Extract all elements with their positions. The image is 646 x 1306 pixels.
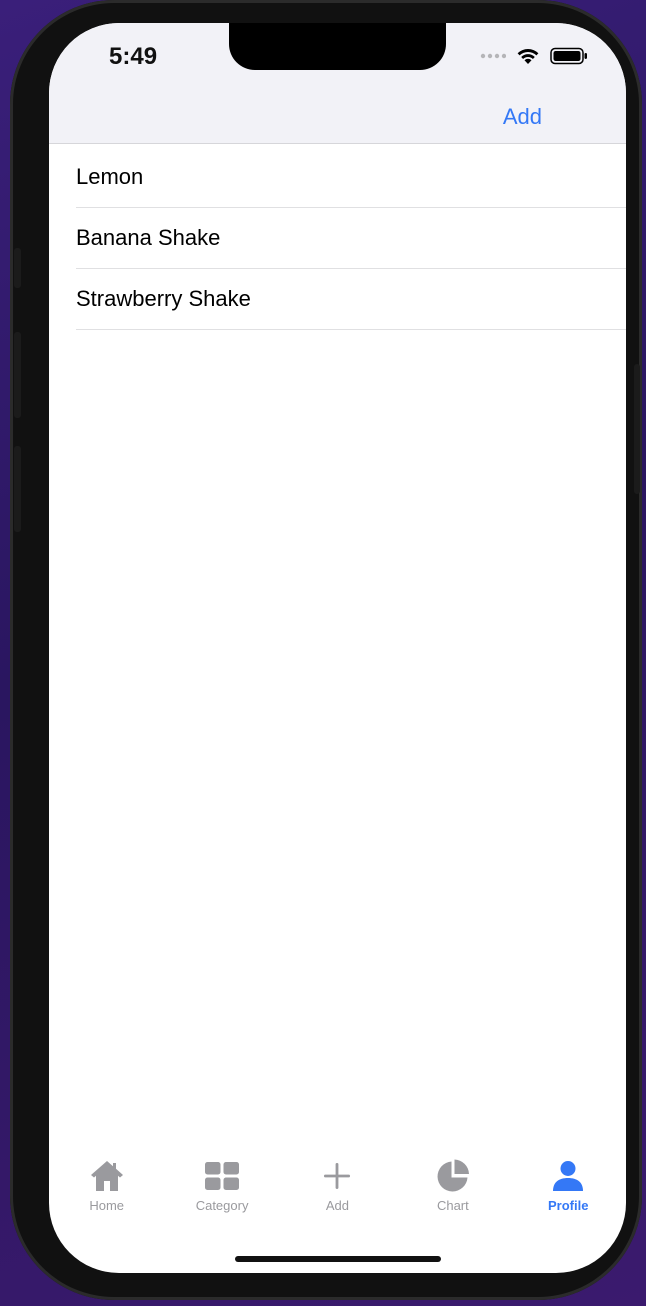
item-list: Lemon Banana Shake Strawberry Shake — [49, 147, 626, 330]
tab-category[interactable]: Category — [172, 1156, 272, 1226]
tab-profile[interactable]: Profile — [518, 1156, 618, 1226]
list-item-label: Banana Shake — [76, 225, 221, 250]
tab-category-label: Category — [195, 1198, 249, 1213]
list-item-label: Lemon — [76, 164, 144, 189]
person-icon — [553, 1161, 584, 1191]
tab-chart[interactable]: Chart — [403, 1156, 503, 1226]
navigation-bar: Add — [49, 98, 626, 144]
volume-up-button — [14, 332, 21, 418]
list-item[interactable]: Strawberry Shake — [76, 269, 626, 330]
mute-switch — [14, 248, 21, 288]
plus-icon — [324, 1163, 351, 1189]
tab-add[interactable]: Add — [287, 1156, 387, 1226]
list-item[interactable]: Lemon — [76, 147, 626, 208]
list-item-label: Strawberry Shake — [76, 286, 251, 311]
grid-icon — [205, 1162, 240, 1190]
add-button[interactable]: Add — [503, 104, 542, 130]
tab-add-label: Add — [325, 1198, 350, 1213]
volume-down-button — [14, 446, 21, 532]
screen: 5:49 Add Lemon Banana Shake Strawberry S… — [49, 23, 626, 1273]
status-bar: 5:49 — [49, 23, 626, 98]
wifi-icon — [517, 49, 539, 64]
tab-chart-label: Chart — [436, 1198, 469, 1213]
tab-home[interactable]: Home — [57, 1156, 157, 1226]
tab-home-label: Home — [89, 1198, 125, 1213]
tab-profile-label: Profile — [548, 1198, 589, 1213]
phone-frame: 5:49 Add Lemon Banana Shake Strawberry S… — [10, 0, 642, 1300]
status-time: 5:49 — [109, 43, 158, 70]
battery-icon — [550, 47, 587, 65]
power-button — [634, 364, 640, 494]
notch — [229, 23, 446, 70]
status-icons — [480, 47, 588, 65]
tab-bar: Home Category Add Chart Profile — [49, 1156, 626, 1226]
signal-dots-icon — [480, 53, 506, 59]
pie-chart-icon — [437, 1159, 469, 1192]
list-item[interactable]: Banana Shake — [76, 208, 626, 269]
home-indicator — [235, 1256, 441, 1262]
house-icon — [90, 1161, 123, 1191]
